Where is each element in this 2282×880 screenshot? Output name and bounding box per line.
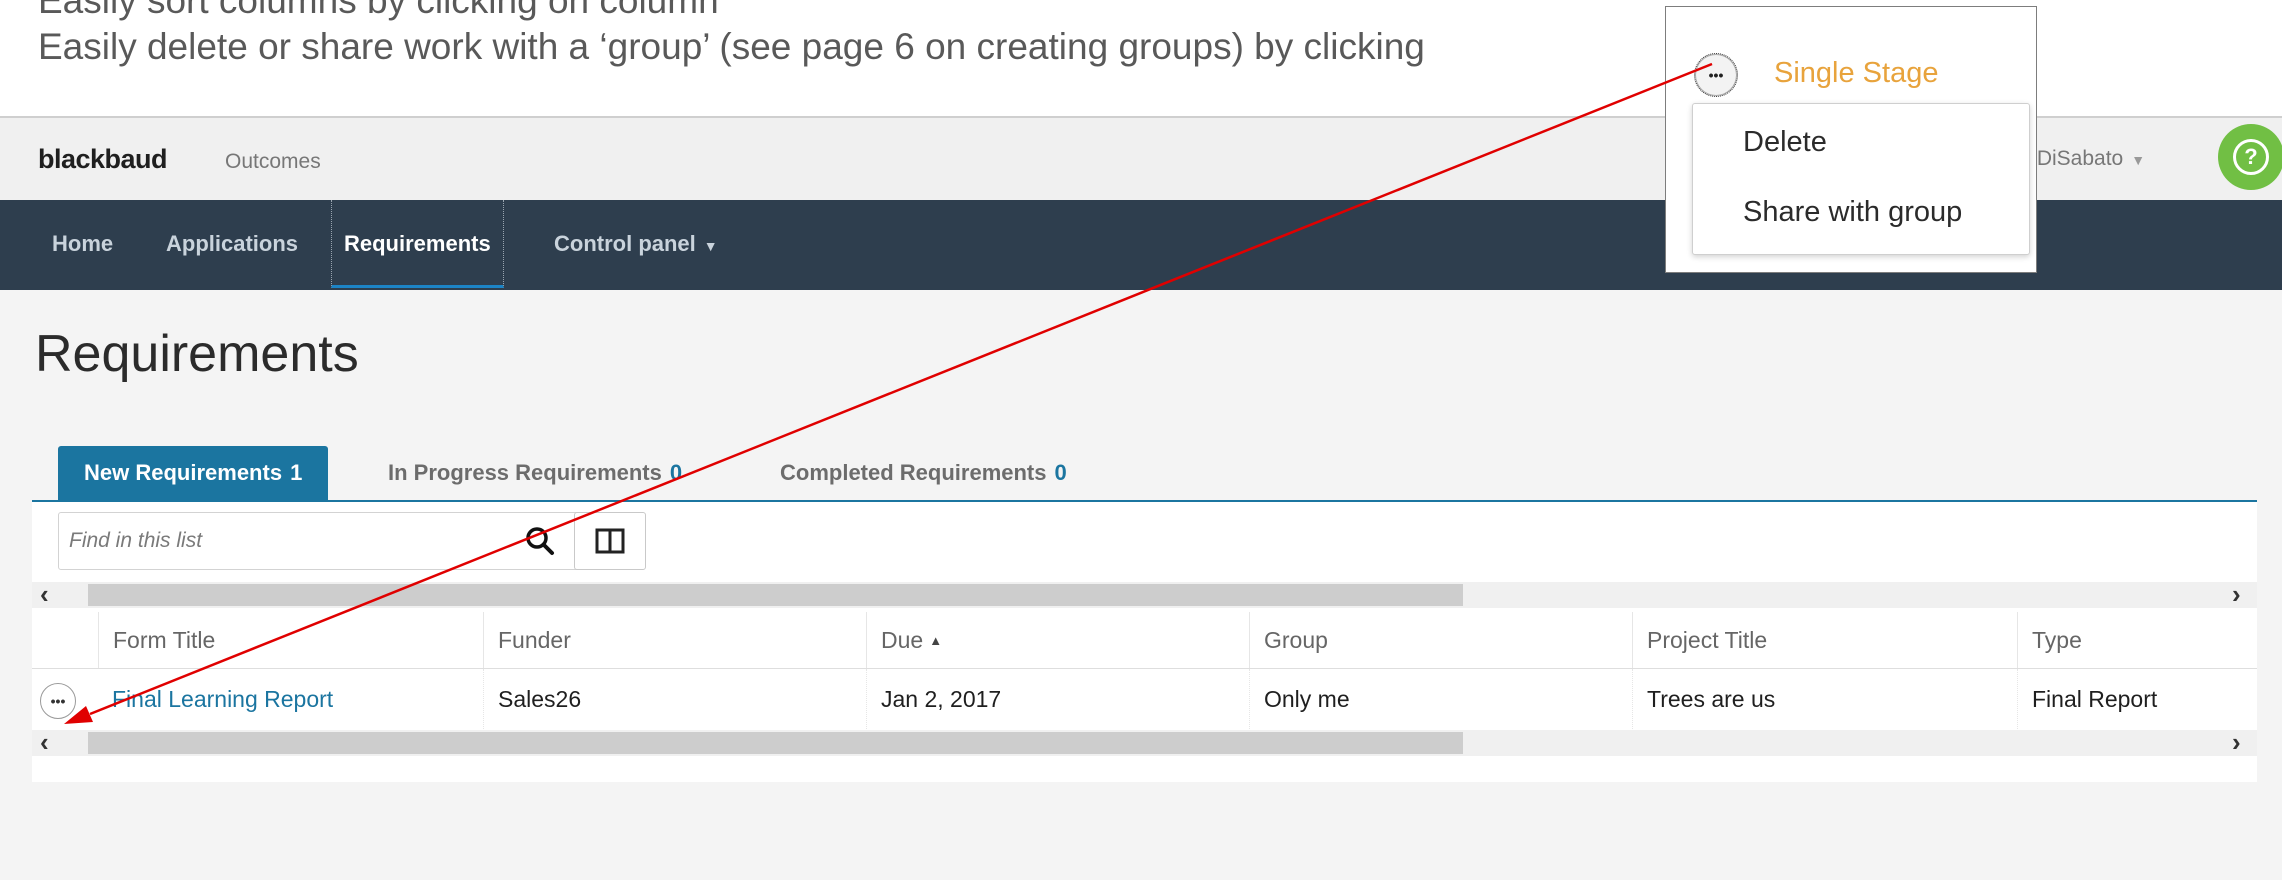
brand-logo[interactable]: blackbaud: [38, 144, 168, 175]
caret-down-icon: ▼: [703, 238, 718, 254]
nav-applications[interactable]: Applications: [154, 200, 310, 288]
form-title-link[interactable]: Final Learning Report: [98, 669, 483, 729]
tab-in-progress-requirements[interactable]: In Progress Requirements 0: [388, 446, 682, 500]
tab-count: 1: [290, 460, 303, 485]
columns-icon: [595, 528, 625, 554]
cell-group: Only me: [1249, 669, 1632, 729]
column-header-project-title[interactable]: Project Title: [1632, 612, 2017, 668]
tab-count: 0: [669, 460, 683, 485]
column-header-due-label: Due: [881, 626, 924, 653]
search-icon[interactable]: [524, 525, 556, 557]
tab-label: In Progress Requirements: [388, 460, 662, 485]
column-chooser-button[interactable]: [574, 512, 646, 570]
chevron-left-icon[interactable]: ‹: [40, 579, 49, 610]
horizontal-scrollbar-top[interactable]: ‹ ›: [32, 579, 2257, 610]
context-menu-button[interactable]: •••: [1694, 53, 1738, 97]
product-name: Outcomes: [225, 150, 321, 173]
cell-due: Jan 2, 2017: [866, 669, 1249, 729]
scrollbar-thumb[interactable]: [88, 732, 1463, 754]
column-header-funder[interactable]: Funder: [483, 612, 866, 668]
search-input[interactable]: [67, 521, 491, 561]
caret-down-icon: ▼: [2131, 152, 2146, 168]
nav-control-panel-label: Control panel: [554, 231, 696, 256]
tab-label: New Requirements: [84, 460, 283, 485]
tab-count: 0: [1054, 460, 1067, 485]
ellipsis-icon: •••: [50, 693, 66, 709]
column-header-group[interactable]: Group: [1249, 612, 1632, 668]
column-header-due[interactable]: Due ▲: [866, 612, 1249, 668]
requirements-tabs: New Requirements 1 In Progress Requiremen…: [32, 446, 2257, 503]
help-button[interactable]: ?: [2218, 124, 2282, 190]
column-header-form-title[interactable]: Form Title: [98, 612, 483, 668]
tab-label: Completed Requirements: [780, 460, 1047, 485]
row-context-menu-button[interactable]: •••: [40, 683, 76, 719]
cell-type: Final Report: [2017, 669, 2257, 729]
cell-funder: Sales26: [483, 669, 866, 729]
chevron-right-icon[interactable]: ›: [2232, 727, 2241, 758]
horizontal-scrollbar-bottom[interactable]: ‹ ›: [32, 727, 2257, 758]
tab-completed-requirements[interactable]: Completed Requirements 0: [780, 446, 1067, 500]
tab-new-requirements[interactable]: New Requirements 1: [58, 446, 329, 500]
nav-requirements[interactable]: Requirements: [331, 200, 504, 288]
caption-sort-columns: Easily sort columns by clicking on colum…: [38, 0, 719, 21]
column-header-type[interactable]: Type: [2017, 612, 2257, 668]
question-circle-icon: ?: [2233, 139, 2269, 175]
nav-control-panel[interactable]: Control panel ▼: [542, 200, 730, 288]
cell-project-title: Trees are us: [1632, 669, 2017, 729]
menu-item-delete[interactable]: Delete: [1743, 126, 1827, 159]
scrollbar-thumb[interactable]: [88, 584, 1463, 606]
sort-ascending-icon: ▲: [929, 632, 943, 648]
requirements-list: ‹ › Form Title Funder Due ▲ Group Project…: [32, 502, 2257, 782]
table-row: ••• Final Learning Report Sales26 Jan 2,…: [32, 669, 2257, 729]
stage-label: Single Stage: [1774, 57, 1939, 89]
ellipsis-icon: •••: [1708, 67, 1724, 83]
page-title: Requirements: [35, 325, 359, 383]
nav-home[interactable]: Home: [40, 200, 125, 288]
grid-header: Form Title Funder Due ▲ Group Project Tit…: [32, 612, 2257, 669]
context-menu-callout: ••• Single Stage Delete Share with group: [1665, 6, 2037, 273]
search-box: [58, 512, 585, 570]
chevron-right-icon[interactable]: ›: [2232, 579, 2241, 610]
menu-item-share-with-group[interactable]: Share with group: [1743, 196, 1962, 229]
caption-delete-share: Easily delete or share work with a ‘grou…: [38, 26, 1425, 67]
chevron-left-icon[interactable]: ‹: [40, 727, 49, 758]
context-menu: Delete Share with group: [1692, 103, 2030, 255]
